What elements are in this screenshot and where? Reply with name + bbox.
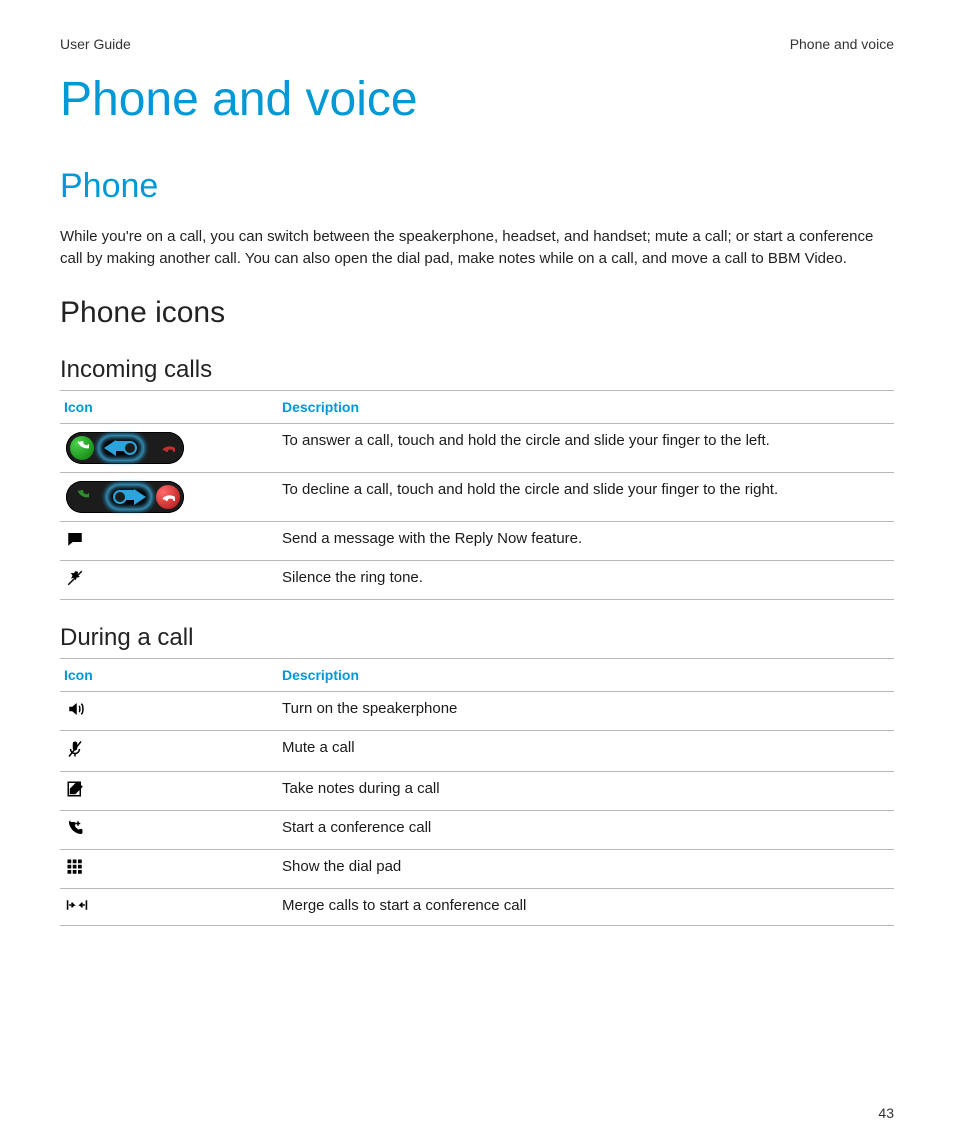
- subheading-incoming-calls: Incoming calls: [60, 356, 894, 384]
- dialpad-icon: [66, 858, 84, 876]
- slide-left-arrow-icon: [98, 435, 144, 461]
- cell-description: Turn on the speakerphone: [278, 691, 894, 730]
- cell-description: Take notes during a call: [278, 771, 894, 810]
- icon-cell: [60, 423, 278, 472]
- slide-right-arrow-icon: [106, 484, 152, 510]
- table-row: Take notes during a call: [60, 771, 894, 810]
- phone-answer-endcap-icon: [70, 436, 94, 460]
- speakerphone-icon: [66, 700, 86, 718]
- table-during-call: Icon Description Turn on the speakerphon…: [60, 658, 894, 926]
- icon-cell: [60, 472, 278, 521]
- col-header-description: Description: [278, 658, 894, 691]
- table-row: To decline a call, touch and hold the ci…: [60, 472, 894, 521]
- page-number: 43: [878, 1105, 894, 1121]
- col-header-icon: Icon: [60, 390, 278, 423]
- table-row: Mute a call: [60, 730, 894, 771]
- table-row: Turn on the speakerphone: [60, 691, 894, 730]
- subheading-during-call: During a call: [60, 624, 894, 652]
- running-header-left: User Guide: [60, 36, 131, 52]
- icon-cell: [60, 730, 278, 771]
- merge-calls-icon: [66, 897, 88, 913]
- section-heading-phone-icons: Phone icons: [60, 296, 894, 330]
- icon-cell: [60, 849, 278, 888]
- icon-cell: [60, 810, 278, 849]
- running-header: User Guide Phone and voice: [60, 36, 894, 52]
- table-row: Merge calls to start a conference call: [60, 888, 894, 925]
- silence-ringtone-icon: [66, 569, 84, 587]
- table-row: Send a message with the Reply Now featur…: [60, 521, 894, 560]
- cell-description: Send a message with the Reply Now featur…: [278, 521, 894, 560]
- icon-cell: [60, 691, 278, 730]
- cell-description: Silence the ring tone.: [278, 560, 894, 599]
- phone-decline-endcap-icon: [156, 436, 180, 460]
- page-title: Phone and voice: [60, 72, 894, 127]
- running-header-right: Phone and voice: [790, 36, 894, 52]
- table-row: Silence the ring tone.: [60, 560, 894, 599]
- cell-description: To answer a call, touch and hold the cir…: [278, 423, 894, 472]
- reply-message-icon: [66, 530, 84, 548]
- icon-cell: [60, 771, 278, 810]
- cell-description: To decline a call, touch and hold the ci…: [278, 472, 894, 521]
- col-header-description: Description: [278, 390, 894, 423]
- intro-paragraph: While you're on a call, you can switch b…: [60, 226, 894, 270]
- mute-mic-icon: [66, 739, 84, 759]
- icon-cell: [60, 521, 278, 560]
- table-row: Show the dial pad: [60, 849, 894, 888]
- add-call-icon: [66, 819, 84, 837]
- col-header-icon: Icon: [60, 658, 278, 691]
- answer-call-slider-icon: [66, 432, 184, 464]
- table-row: To answer a call, touch and hold the cir…: [60, 423, 894, 472]
- table-incoming-calls: Icon Description: [60, 390, 894, 600]
- cell-description: Show the dial pad: [278, 849, 894, 888]
- phone-decline-endcap-icon: [156, 485, 180, 509]
- decline-call-slider-icon: [66, 481, 184, 513]
- icon-cell: [60, 888, 278, 925]
- take-notes-icon: [66, 780, 84, 798]
- cell-description: Mute a call: [278, 730, 894, 771]
- icon-cell: [60, 560, 278, 599]
- phone-answer-endcap-icon: [70, 485, 94, 509]
- table-row: Start a conference call: [60, 810, 894, 849]
- cell-description: Merge calls to start a conference call: [278, 888, 894, 925]
- cell-description: Start a conference call: [278, 810, 894, 849]
- section-heading-phone: Phone: [60, 167, 894, 206]
